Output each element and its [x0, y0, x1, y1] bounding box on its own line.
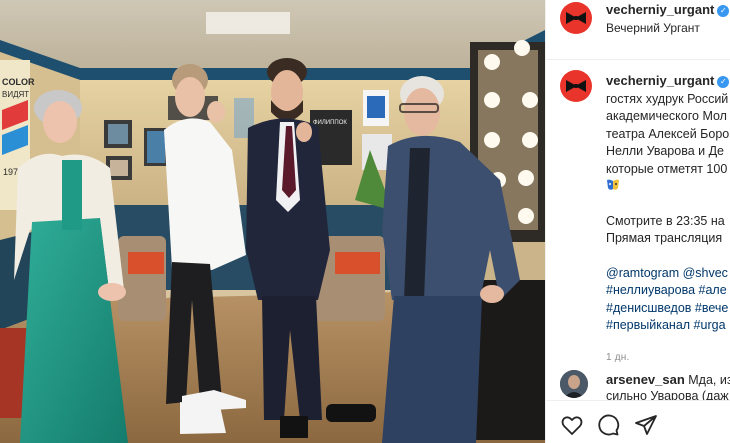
user-photo-icon [560, 370, 588, 398]
post-time[interactable]: 1 дн. [606, 349, 730, 367]
bowtie-icon [566, 12, 586, 24]
caption-line: Нелли Уварова и Де [606, 144, 724, 158]
comment-author[interactable]: arsenev_san [606, 372, 685, 387]
share-icon[interactable] [634, 413, 658, 437]
poster-text-vidyat: ВИДЯТ [2, 90, 29, 99]
caption-line: театра Алексей Боро [606, 126, 730, 141]
caption-line: гостях худрук Россий [606, 91, 729, 106]
poster-text-filippok: ФИЛИППОК [313, 120, 347, 126]
verified-icon: ✓ [717, 76, 730, 88]
comment-line: Мда, изм [688, 373, 730, 387]
caption-avatar[interactable] [560, 70, 592, 102]
hashtag-line[interactable]: #первыйканал #urga [606, 317, 730, 335]
caption-line: которые отметят 100 [606, 161, 728, 176]
caption-username[interactable]: vecherniy_urgant [606, 73, 714, 88]
caption-line: академического Мол [606, 109, 727, 123]
post-sidebar: vecherniy_urgant ✓ Вечерний Ургант vecher… [545, 0, 730, 443]
username-text[interactable]: vecherniy_urgant [606, 2, 714, 17]
hashtags-block: @ramtogram @shvec #неллиуварова #але #де… [606, 265, 730, 335]
profile-display-name: Вечерний Ургант [606, 21, 700, 35]
mask-emoji-icon [607, 179, 619, 190]
caption-text-block: vecherniy_urgant ✓ гостях худрук Россий а… [606, 72, 730, 366]
schedule-line: Смотрите в 23:35 на [606, 213, 725, 228]
verified-icon: ✓ [717, 5, 730, 17]
stream-line: Прямая трансляция [606, 231, 723, 245]
comment-icon[interactable] [596, 413, 620, 437]
heart-icon[interactable] [560, 413, 584, 437]
bowtie-icon [566, 80, 586, 92]
post-header: vecherniy_urgant ✓ Вечерний Ургант [546, 0, 730, 60]
post-photo[interactable]: COLOR ВИДЯТ 1979 ФИЛИППОК [0, 0, 545, 443]
profile-avatar[interactable] [560, 2, 592, 34]
hashtag-line[interactable]: #денисшведов #вече [606, 300, 730, 318]
studio-scene: COLOR ВИДЯТ 1979 ФИЛИППОК [0, 0, 545, 443]
comment-avatar[interactable] [560, 370, 588, 398]
poster-text-color: COLOR [2, 77, 35, 87]
profile-username[interactable]: vecherniy_urgant ✓ [606, 2, 730, 17]
hashtag-line[interactable]: @ramtogram @shvec [606, 265, 730, 283]
hashtag-line[interactable]: #неллиуварова #але [606, 282, 730, 300]
action-bar [546, 400, 730, 443]
